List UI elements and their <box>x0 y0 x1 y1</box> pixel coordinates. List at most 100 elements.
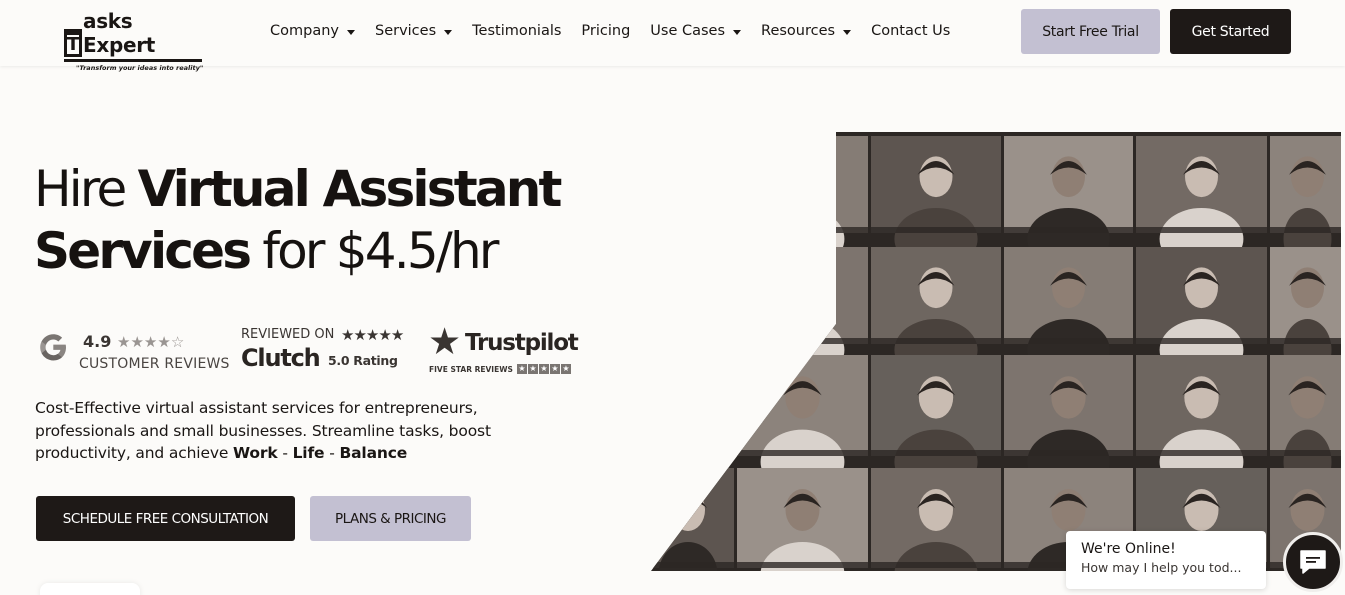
floating-card <box>40 583 140 595</box>
nav-testimonials-label: Testimonials <box>472 23 562 39</box>
star-icon: ★ <box>528 364 538 374</box>
person-body <box>760 207 845 271</box>
google-rating: 4.9 <box>83 332 112 351</box>
site-header: T asks Expert "Transform your ideas into… <box>0 0 1345 72</box>
video-tile <box>651 247 734 382</box>
video-tile-controls <box>737 450 868 456</box>
plans-pricing-button[interactable]: PLANS & PRICING <box>310 496 471 541</box>
chat-icon <box>1300 550 1326 574</box>
main-nav: Company Services Testimonials Pricing Us… <box>270 20 970 42</box>
logo-underline <box>64 59 202 62</box>
person-hair <box>784 271 821 286</box>
logo-tagline: "Transform your ideas into reality" <box>76 64 204 72</box>
video-tile-controls <box>651 562 734 568</box>
nav-company[interactable]: Company <box>270 20 355 42</box>
nav-contact-us-label: Contact Us <box>871 23 951 39</box>
video-tile <box>871 468 1001 571</box>
video-tile-controls <box>1270 338 1341 344</box>
video-tile-controls <box>1004 338 1133 344</box>
nav-company-label: Company <box>270 23 339 39</box>
trustpilot-subtitle: FIVE STAR REVIEWS <box>429 365 513 374</box>
chat-title: We're Online! <box>1081 541 1176 557</box>
star-icon: ★ <box>561 364 571 374</box>
start-free-trial-button[interactable]: Start Free Trial <box>1021 9 1160 54</box>
star-icon: ★ <box>517 364 527 374</box>
video-tile-controls <box>651 227 734 233</box>
star-icon: ★ <box>341 326 354 344</box>
chevron-down-icon <box>733 29 742 35</box>
video-tile-background <box>737 136 868 233</box>
nav-contact-us[interactable]: Contact Us <box>871 20 950 42</box>
video-tile-controls <box>651 450 734 456</box>
nav-pricing[interactable]: Pricing <box>581 20 630 42</box>
video-tile-controls <box>1136 450 1267 456</box>
nav-resources[interactable]: Resources <box>761 20 852 42</box>
hero-description: Cost-Effective virtual assistant service… <box>35 397 535 465</box>
chevron-down-icon <box>843 29 852 35</box>
person-body <box>658 429 718 495</box>
person-hair <box>669 160 707 175</box>
hero-title-price: for $4.5/hr <box>249 222 499 280</box>
person-head <box>670 376 706 419</box>
person-body <box>658 207 718 271</box>
video-tile-controls <box>871 562 1001 568</box>
video-tile-controls <box>1004 450 1133 456</box>
video-tile-controls <box>871 450 1001 456</box>
hero-title-services: Services <box>34 222 252 280</box>
video-grid-tiles <box>651 132 1341 571</box>
chat-bubble[interactable]: We're Online! How may I help you tod... <box>1066 531 1266 589</box>
chat-launcher-button[interactable] <box>1283 532 1343 592</box>
nav-testimonials[interactable]: Testimonials <box>472 20 561 42</box>
person-head <box>786 156 819 198</box>
video-tile-background <box>737 247 868 344</box>
hero-life: Life <box>292 444 325 462</box>
hero-balance: Balance <box>339 444 408 462</box>
google-reviews-label: CUSTOMER REVIEWS <box>79 356 230 372</box>
person-head <box>671 156 705 198</box>
person-head <box>671 267 705 309</box>
video-tile-controls <box>871 338 1001 344</box>
star-icon: ★ <box>157 333 171 351</box>
star-icon: ★ <box>130 333 144 351</box>
person-hair <box>669 271 707 286</box>
video-tile-controls <box>1136 338 1267 344</box>
person-hair <box>668 381 708 396</box>
nav-services-label: Services <box>374 23 437 39</box>
logo-wordmark: T asks Expert <box>64 9 206 57</box>
clutch-reviewed-on: REVIEWED ON <box>241 327 335 342</box>
star-icon: ★ <box>539 364 549 374</box>
nav-use-cases-label: Use Cases <box>650 23 726 39</box>
person-head <box>671 489 705 531</box>
video-tile <box>651 136 734 271</box>
clutch-rating: 5.0 Rating <box>328 353 398 368</box>
clutch-stars: ★★★★★ <box>341 326 404 344</box>
video-tile-controls <box>1270 450 1341 456</box>
logo[interactable]: T asks Expert "Transform your ideas into… <box>64 9 206 72</box>
chevron-down-icon <box>444 29 453 35</box>
video-tile-controls <box>737 562 868 568</box>
trustpilot-star-icon: ★ <box>428 320 462 363</box>
chevron-down-icon <box>346 29 355 35</box>
chat-subtitle: How may I help you tod... <box>1081 560 1242 575</box>
video-tile-controls <box>737 227 868 233</box>
logo-box-letter: T <box>64 29 82 57</box>
person-hair <box>784 160 821 175</box>
trustpilot-logo: Trustpilot <box>465 330 579 356</box>
get-started-button[interactable]: Get Started <box>1170 9 1291 54</box>
video-tile-background <box>651 247 734 344</box>
nav-use-cases[interactable]: Use Cases <box>650 20 742 42</box>
schedule-consultation-button[interactable]: SCHEDULE FREE CONSULTATION <box>36 496 295 541</box>
clutch-logo: Clutch <box>241 344 321 372</box>
nav-services[interactable]: Services <box>374 20 453 42</box>
nav-resources-label: Resources <box>761 23 836 39</box>
person-head <box>786 267 819 309</box>
video-tile <box>737 468 868 571</box>
video-tile-controls <box>651 338 734 344</box>
dash-1: - <box>277 444 293 462</box>
trustpilot-stars: ★ ★ ★ ★ ★ <box>517 364 572 374</box>
hero-title-hire: Hire <box>34 160 138 218</box>
star-icon: ★ <box>365 326 379 344</box>
hero-title: Hire Virtual Assistant Services for $4.5… <box>34 158 562 282</box>
dash-2: - <box>324 444 340 462</box>
star-icon: ★ <box>550 364 560 374</box>
